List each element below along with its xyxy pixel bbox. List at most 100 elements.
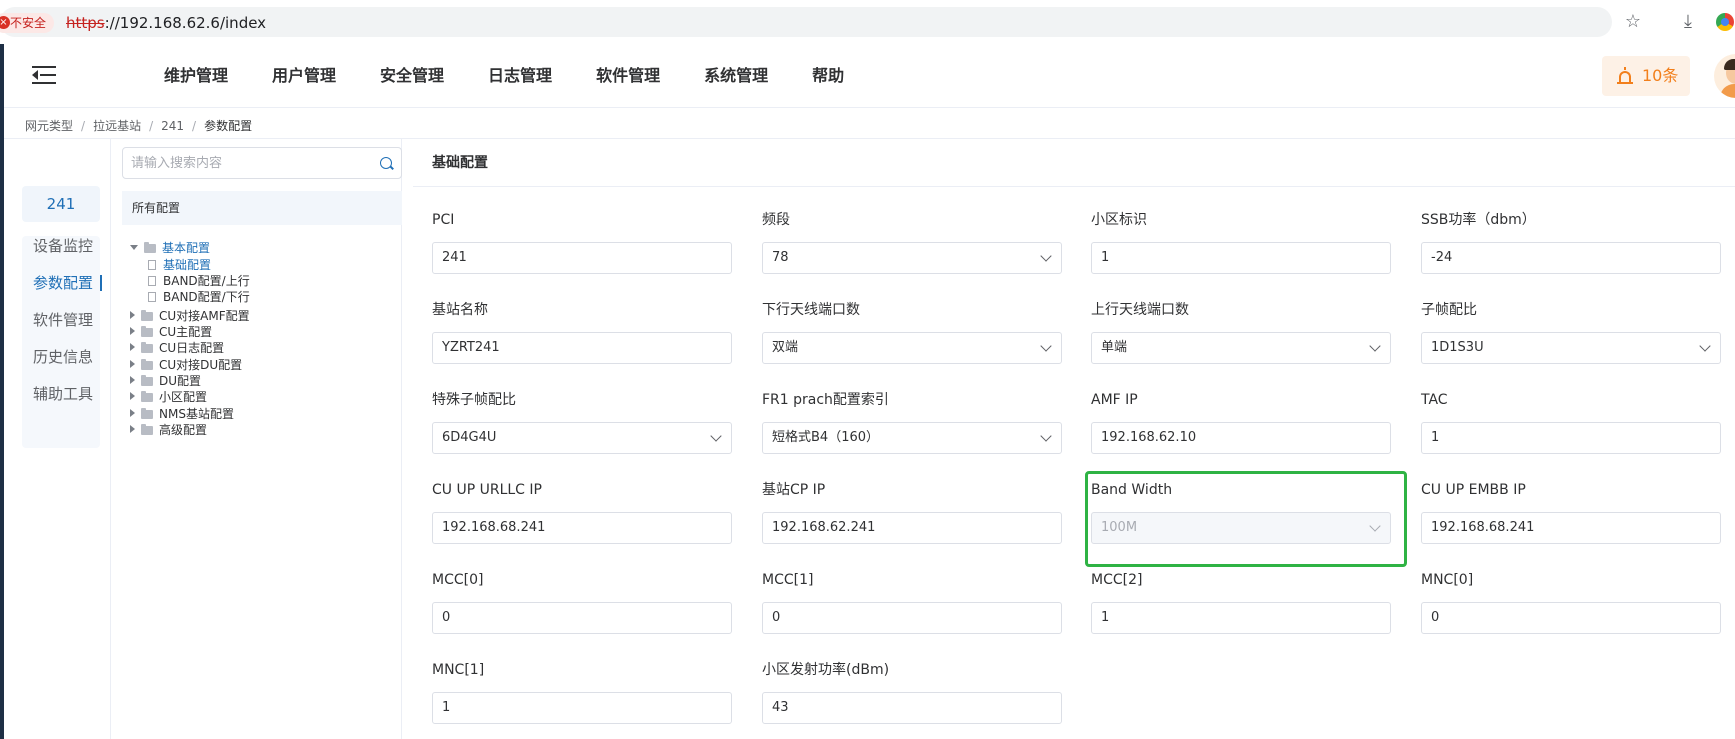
field-input[interactable]: 192.168.62.10 [1091, 422, 1391, 454]
field-label: AMF IP [1091, 392, 1138, 408]
form-field: CU UP EMBB IP 192.168.68.241 [1421, 480, 1721, 544]
field-label: MNC[1] [432, 662, 485, 678]
sidebar-menu: 设备监控参数配置软件管理历史信息辅助工具 [22, 236, 102, 448]
chevron-down-icon [1699, 340, 1711, 352]
tree-folder[interactable]: 高级配置 [130, 421, 207, 439]
breadcrumb-separator: / [149, 119, 154, 133]
extension-icon[interactable] [1716, 13, 1734, 31]
breadcrumb-item: 参数配置 [204, 119, 253, 133]
nav-item[interactable]: 维护管理 [164, 44, 228, 108]
folder-icon [141, 310, 153, 321]
sidebar-item[interactable]: 参数配置 [33, 273, 93, 293]
tree-folder[interactable]: 基本配置 [130, 239, 210, 257]
form-field: MNC[0] 0 [1421, 570, 1721, 634]
form-field: 子帧配比 1D1S3U [1421, 300, 1721, 364]
tree-search-input[interactable] [131, 154, 371, 172]
field-label: 特殊子帧配比 [432, 392, 516, 408]
user-avatar[interactable] [1714, 54, 1735, 98]
breadcrumb-separator: / [192, 119, 197, 133]
field-input[interactable]: 1 [1091, 602, 1391, 634]
field-select[interactable]: 单端 [1091, 332, 1391, 364]
field-label: TAC [1421, 392, 1448, 408]
nav-item[interactable]: 用户管理 [272, 44, 336, 108]
menu-collapse-icon[interactable] [32, 64, 58, 86]
caret-down-icon[interactable] [130, 245, 138, 250]
field-input[interactable]: 0 [432, 602, 732, 634]
breadcrumb-item[interactable]: 241 [161, 118, 184, 134]
device-chip[interactable]: 241 [22, 186, 100, 222]
field-select[interactable]: 双端 [762, 332, 1062, 364]
chevron-down-icon [1369, 520, 1381, 532]
breadcrumb-item[interactable]: 拉远基站 [93, 118, 141, 134]
form-field: 频段 78 [762, 210, 1062, 274]
field-input[interactable]: 43 [762, 692, 1062, 724]
field-input[interactable]: -24 [1421, 242, 1721, 274]
folder-icon [141, 375, 153, 386]
field-input[interactable]: 192.168.68.241 [432, 512, 732, 544]
field-select[interactable]: 78 [762, 242, 1062, 274]
tree-leaf[interactable]: BAND配置/下行 [148, 288, 250, 306]
nav-item[interactable]: 日志管理 [488, 44, 552, 108]
caret-right-icon[interactable] [130, 425, 135, 433]
form-field: 特殊子帧配比 6D4G4U [432, 390, 732, 454]
alarm-button[interactable]: 10条 [1602, 56, 1690, 96]
field-value: 1 [1431, 430, 1440, 445]
app-left-edge [0, 44, 4, 739]
chevron-down-icon [1040, 250, 1052, 262]
tree-node-label: 基本配置 [162, 241, 211, 255]
form-field: 上行天线端口数 单端 [1091, 300, 1391, 364]
caret-right-icon[interactable] [130, 376, 135, 384]
caret-right-icon[interactable] [130, 409, 135, 417]
menu-line [40, 74, 56, 76]
field-label: 下行天线端口数 [762, 302, 860, 318]
field-select[interactable]: 短格式B4（160） [762, 422, 1062, 454]
sidebar-item[interactable]: 设备监控 [33, 236, 93, 256]
sidebar-item[interactable]: 历史信息 [33, 347, 93, 367]
caret-right-icon[interactable] [130, 311, 135, 319]
nav-item[interactable]: 软件管理 [596, 44, 660, 108]
field-input[interactable]: YZRT241 [432, 332, 732, 364]
caret-right-icon[interactable] [130, 392, 135, 400]
form-field: AMF IP 192.168.62.10 [1091, 390, 1391, 454]
download-icon[interactable]: ⤓ [1677, 11, 1699, 33]
field-label: 频段 [762, 212, 790, 228]
field-select[interactable]: 6D4G4U [432, 422, 732, 454]
field-input[interactable]: 0 [1421, 602, 1721, 634]
caret-right-icon[interactable] [130, 360, 135, 368]
sidebar-item[interactable]: 辅助工具 [33, 384, 93, 404]
field-value: YZRT241 [442, 340, 500, 355]
field-label: Band Width [1091, 482, 1173, 498]
url-text[interactable]: https://192.168.62.6/index [66, 13, 266, 33]
caret-right-icon[interactable] [130, 343, 135, 351]
nav-item[interactable]: 帮助 [812, 44, 844, 108]
app-header: 维护管理 用户管理 安全管理 日志管理 软件管理 系统管理 帮助 10条 [4, 44, 1735, 108]
field-label: CU UP URLLC IP [432, 482, 542, 498]
field-input[interactable]: 1 [432, 692, 732, 724]
caret-right-icon[interactable] [130, 327, 135, 335]
field-input[interactable]: 241 [432, 242, 732, 274]
field-input[interactable]: 192.168.62.241 [762, 512, 1062, 544]
menu-line [32, 66, 56, 68]
nav-item[interactable]: 安全管理 [380, 44, 444, 108]
star-icon[interactable]: ☆ [1622, 11, 1644, 33]
field-label: 小区标识 [1091, 212, 1147, 228]
field-input[interactable]: 0 [762, 602, 1062, 634]
field-input[interactable]: 1 [1091, 242, 1391, 274]
field-input[interactable]: 192.168.68.241 [1421, 512, 1721, 544]
tree-folder[interactable]: 小区配置 [130, 388, 207, 406]
tree-folder[interactable]: CU日志配置 [130, 339, 224, 357]
field-value: 192.168.62.241 [772, 520, 876, 535]
menu-arrow [32, 70, 38, 80]
field-label: CU UP EMBB IP [1421, 482, 1526, 498]
search-icon[interactable] [380, 157, 392, 169]
tree-node-label: NMS基站配置 [159, 407, 234, 421]
field-input[interactable]: 1 [1421, 422, 1721, 454]
field-select[interactable]: 1D1S3U [1421, 332, 1721, 364]
tree-title[interactable]: 所有配置 [122, 191, 402, 225]
nav-item[interactable]: 系统管理 [704, 44, 768, 108]
form-field: CU UP URLLC IP 192.168.68.241 [432, 480, 732, 544]
sidebar-active-indicator [100, 275, 102, 291]
breadcrumb-item[interactable]: 网元类型 [25, 118, 73, 134]
sidebar-item[interactable]: 软件管理 [33, 310, 93, 330]
breadcrumb-separator: / [81, 119, 86, 133]
